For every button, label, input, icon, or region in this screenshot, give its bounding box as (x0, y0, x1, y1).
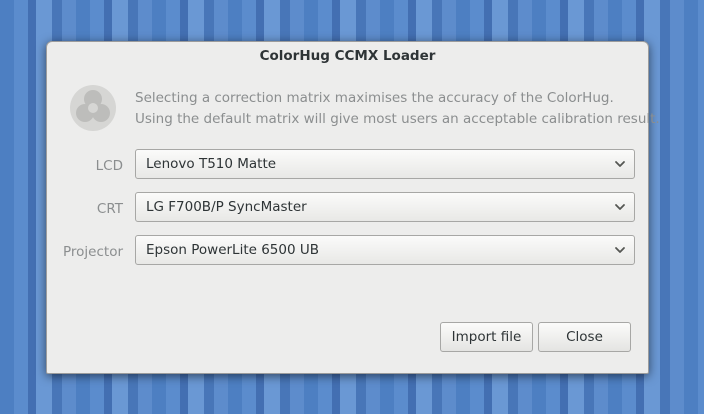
import-file-button[interactable]: Import file (440, 322, 533, 352)
crt-combo-value: LG F700B/P SyncMaster (146, 199, 307, 215)
ccmx-loader-dialog: ColorHug CCMX Loader Selecting a correct… (46, 41, 660, 374)
lcd-combo[interactable]: Lenovo T510 Matte (135, 149, 635, 179)
projector-combo-value: Epson PowerLite 6500 UB (146, 242, 320, 258)
close-button[interactable]: Close (538, 322, 631, 352)
window-title: ColorHug CCMX Loader (259, 48, 436, 64)
description-line-1: Selecting a correction matrix maximises … (135, 90, 614, 106)
crt-label: CRT (96, 201, 123, 217)
lcd-label: LCD (95, 158, 123, 174)
description-text: Selecting a correction matrix maximises … (135, 88, 660, 130)
chevron-down-icon (615, 204, 625, 210)
crt-combo[interactable]: LG F700B/P SyncMaster (135, 192, 635, 222)
chevron-down-icon (615, 247, 625, 253)
projector-combo[interactable]: Epson PowerLite 6500 UB (135, 235, 635, 265)
chevron-down-icon (615, 161, 625, 167)
description-line-2: Using the default matrix will give most … (135, 111, 660, 127)
projector-label: Projector (63, 244, 123, 260)
lcd-combo-value: Lenovo T510 Matte (146, 156, 277, 172)
colorhug-logo-icon (70, 85, 116, 131)
